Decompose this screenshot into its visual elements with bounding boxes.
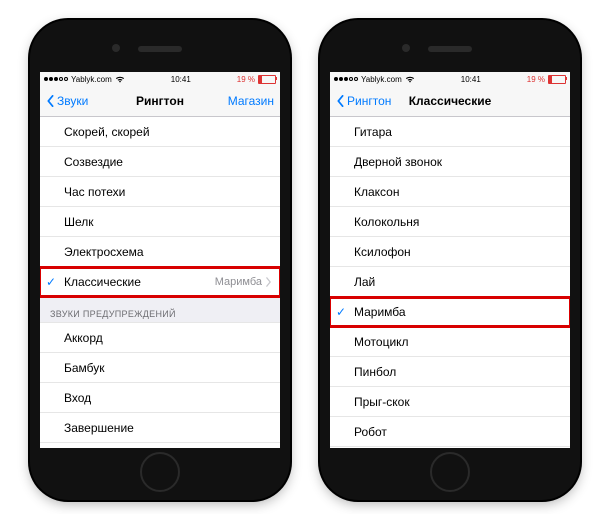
chevron-left-icon [336,95,345,107]
list-item[interactable]: Бамбук [40,353,280,383]
list-item[interactable]: Мотоцикл [330,327,570,357]
list-item-label: Прыг-скок [354,395,410,409]
chevron-left-icon [46,95,55,107]
list-item[interactable]: Ксилофон [330,237,570,267]
list-item[interactable]: Вход [40,383,280,413]
list-item-label: Созвездие [64,155,123,169]
battery-pct-label: 19 % [237,75,255,84]
signal-dots-icon [334,77,358,81]
battery-icon [258,75,276,84]
screen-right: Yablyk.com 10:41 19 % Рингтон Классическ… [330,72,570,448]
store-button[interactable]: Магазин [228,94,274,108]
carrier-label: Yablyk.com [361,75,402,84]
list-item[interactable]: Гитара [330,117,570,147]
ringtone-list: Скорей, скорей Созвездие Час потехи Шелк Эле… [40,117,280,443]
list-item-label: Вход [64,391,91,405]
checkmark-icon: ✓ [46,275,56,289]
status-bar: Yablyk.com 10:41 19 % [330,72,570,86]
list-item-label: Бамбук [64,361,105,375]
list-item-label: Электросхема [64,245,144,259]
home-button[interactable] [430,452,470,492]
list-item[interactable]: ✓ Маримба [330,297,570,327]
list-item-label: Скорей, скорей [64,125,150,139]
battery-pct-label: 19 % [527,75,545,84]
list-item-label: Робот [354,425,387,439]
clock-label: 10:41 [171,75,191,84]
list-item[interactable]: Колокольня [330,207,570,237]
list-item[interactable]: Шелк [40,207,280,237]
speaker-slot [428,46,472,52]
home-button[interactable] [140,452,180,492]
checkmark-icon: ✓ [336,305,346,319]
list-item[interactable]: Лай [330,267,570,297]
chevron-right-icon [265,277,272,287]
signal-dots-icon [44,77,68,81]
list-item-label: Дверной звонок [354,155,442,169]
back-label: Рингтон [347,94,391,108]
status-bar: Yablyk.com 10:41 19 % [40,72,280,86]
wifi-icon [405,75,415,83]
list-item-label: Шелк [64,215,94,229]
list-item[interactable]: Клаксон [330,177,570,207]
list-item[interactable]: Созвездие [40,147,280,177]
nav-bar: Звуки Рингтон Магазин [40,86,280,117]
list-item-label: Классические [64,275,141,289]
list-item-label: Колокольня [354,215,419,229]
list-item-label: Клаксон [354,185,400,199]
list-item[interactable]: Дверной звонок [330,147,570,177]
list-item-label: Аккорд [64,331,103,345]
clock-label: 10:41 [461,75,481,84]
carrier-label: Yablyk.com [71,75,112,84]
list-item[interactable]: Скорей, скорей [40,117,280,147]
phone-frame-left: Yablyk.com 10:41 19 % Звуки Рингтон Мага… [30,20,290,500]
list-item-detail: Маримба [215,276,272,288]
list-item[interactable]: Сверчок [330,447,570,448]
list-item-label: Маримба [354,305,406,319]
wifi-icon [115,75,125,83]
list-item-label: Пинбол [354,365,396,379]
camera-dot [402,44,410,52]
list-item-label: Час потехи [64,185,125,199]
list-item[interactable]: Аккорд [40,323,280,353]
camera-dot [112,44,120,52]
detail-text: Маримба [215,276,262,288]
phone-frame-right: Yablyk.com 10:41 19 % Рингтон Классическ… [320,20,580,500]
list-item-label: Мотоцикл [354,335,409,349]
list-item[interactable]: Пинбол [330,357,570,387]
screen-left: Yablyk.com 10:41 19 % Звуки Рингтон Мага… [40,72,280,448]
list-item[interactable]: Электросхема [40,237,280,267]
list-item-label: Гитара [354,125,392,139]
back-label: Звуки [57,94,88,108]
list-item-label: Ксилофон [354,245,411,259]
list-item[interactable]: Прыг-скок [330,387,570,417]
list-item[interactable]: Завершение [40,413,280,443]
list-item[interactable]: ✓ Классические Маримба [40,267,280,297]
nav-bar: Рингтон Классические [330,86,570,117]
section-header: ЗВУКИ ПРЕДУПРЕЖДЕНИЙ [40,297,280,323]
speaker-slot [138,46,182,52]
list-item[interactable]: Час потехи [40,177,280,207]
classic-list: Гитара Дверной звонок Клаксон Колокольня Кси… [330,117,570,448]
list-item-label: Лай [354,275,375,289]
list-item[interactable]: Робот [330,417,570,447]
battery-icon [548,75,566,84]
back-button[interactable]: Звуки [46,94,88,108]
back-button[interactable]: Рингтон [336,94,391,108]
list-item-label: Завершение [64,421,134,435]
